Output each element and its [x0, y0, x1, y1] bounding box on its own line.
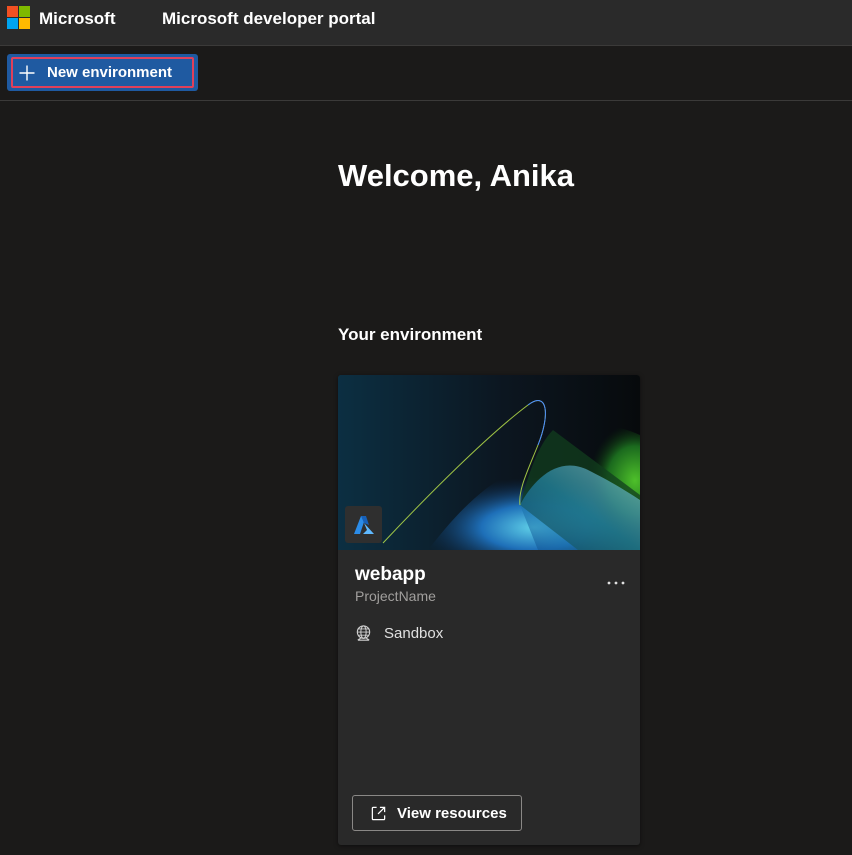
welcome-heading: Welcome, Anika — [338, 158, 575, 193]
environment-type-row: Sandbox — [354, 624, 443, 643]
globe-icon — [356, 625, 371, 641]
environment-card[interactable]: webapp ProjectName Sandbox View resource… — [338, 375, 640, 845]
microsoft-logo-icon — [7, 6, 30, 29]
more-ellipsis-icon[interactable] — [603, 573, 629, 593]
azure-icon — [345, 506, 382, 543]
environment-type: Sandbox — [384, 625, 444, 642]
top-bar: Microsoft Microsoft developer portal — [0, 0, 852, 46]
project-name: ProjectName — [355, 588, 436, 604]
new-environment-button[interactable]: New environment — [7, 54, 198, 91]
environment-section-title: Your environment — [338, 325, 483, 344]
view-resources-button[interactable]: View resources — [352, 795, 522, 831]
command-bar: New environment — [0, 46, 852, 101]
card-hero-image — [338, 375, 640, 550]
environment-name: webapp — [355, 564, 426, 585]
plus-icon — [19, 65, 35, 80]
new-environment-label: New environment — [47, 64, 173, 81]
new-environment-button-focus-ring: New environment — [11, 57, 194, 88]
portal-title[interactable]: Microsoft developer portal — [162, 9, 375, 29]
external-link-icon — [371, 806, 386, 820]
view-resources-label: View resources — [397, 804, 507, 822]
brand-name[interactable]: Microsoft — [39, 9, 116, 29]
